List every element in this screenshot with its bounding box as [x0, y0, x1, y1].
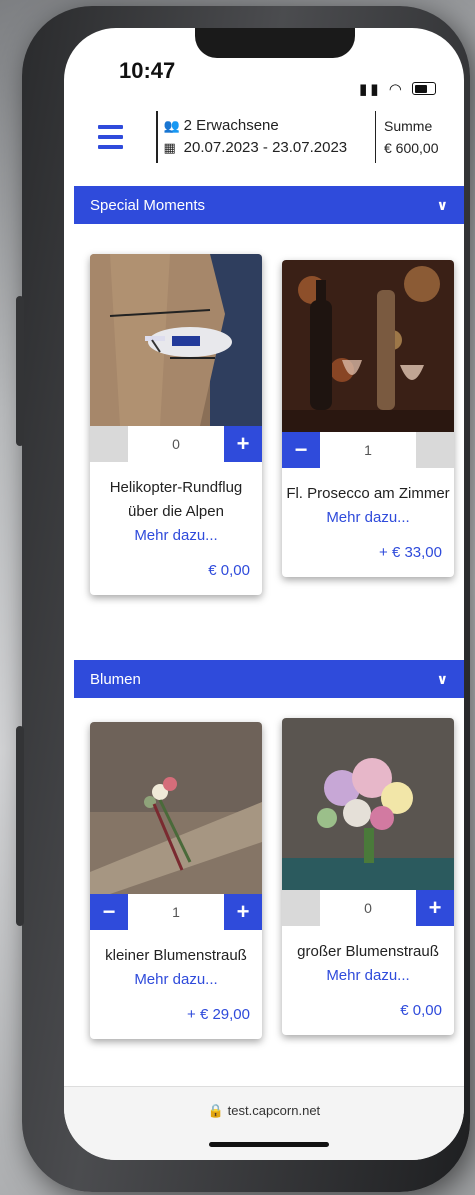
browser-url-bar[interactable]: 🔒 test.capcorn.net [64, 1086, 464, 1160]
minus-button[interactable]: − [90, 894, 128, 930]
guests-text: 2 Erwachsene [183, 117, 279, 134]
product-title: kleiner Blumenstrauß [105, 947, 247, 964]
home-indicator[interactable] [209, 1142, 329, 1147]
quantity-value[interactable]: 1 [128, 894, 224, 930]
people-icon: 👥 [163, 118, 180, 133]
booking-info[interactable]: 👥 2 Erwachsene ▦ 20.07.2023 - 23.07.2023 [158, 115, 375, 159]
minus-button: − [282, 890, 320, 926]
more-link[interactable]: Mehr dazu... [90, 968, 262, 992]
status-icons: ▮▮ ◠ [359, 80, 436, 98]
dates-text: 20.07.2023 - 23.07.2023 [183, 139, 348, 156]
battery-icon [412, 82, 436, 95]
small-bouquet-image [90, 722, 262, 894]
section-header-blumen[interactable]: Blumen ∨ [74, 660, 464, 698]
quantity-value[interactable]: 1 [320, 432, 416, 468]
product-card: − 0 + Helikopter-Rundflug über die Alpen… [90, 254, 262, 595]
quantity-stepper: − 0 + [90, 426, 262, 462]
section-title: Special Moments [90, 196, 206, 214]
lock-icon: 🔒 [207, 1103, 225, 1118]
section-title: Blumen [90, 670, 141, 688]
signal-icon: ▮▮ [359, 81, 382, 98]
plus-button[interactable]: + [416, 890, 454, 926]
sum-box: Summe € 600,00 [376, 115, 464, 159]
minus-button[interactable]: − [282, 432, 320, 468]
minus-button: − [90, 426, 128, 462]
quantity-value[interactable]: 0 [128, 426, 224, 462]
product-price: € 0,00 [208, 562, 250, 579]
sum-label: Summe [384, 118, 433, 134]
product-card: − 1 + kleiner Blumenstrauß Mehr dazu... … [90, 722, 262, 1039]
menu-icon[interactable] [64, 125, 156, 149]
large-bouquet-image [282, 718, 454, 890]
product-title: Helikopter-Rundflug über die Alpen [109, 479, 243, 520]
quantity-stepper: − 1 + [282, 432, 454, 468]
notch [195, 28, 355, 58]
product-title: großer Blumenstrauß [297, 943, 439, 960]
sum-value: € 600,00 [384, 140, 439, 156]
product-price: + € 29,00 [187, 1006, 250, 1023]
plus-button[interactable]: + [224, 426, 262, 462]
chevron-down-icon[interactable]: ∨ [437, 671, 448, 688]
product-price: € 0,00 [400, 1002, 442, 1019]
plus-button[interactable]: + [224, 894, 262, 930]
product-card: − 1 + Fl. Prosecco am Zimmer Mehr dazu..… [282, 260, 454, 577]
volume-button [16, 296, 24, 446]
more-link[interactable]: Mehr dazu... [282, 506, 454, 530]
phone-screen: 10:47 ▮▮ ◠ 👥 2 Erwachsene ▦ 20.07.2023 -… [64, 28, 464, 1160]
prosecco-image [282, 260, 454, 432]
product-title: Fl. Prosecco am Zimmer [286, 485, 450, 502]
product-price: + € 33,00 [379, 544, 442, 561]
status-time: 10:47 [119, 58, 176, 83]
helicopter-image [90, 254, 262, 426]
more-link[interactable]: Mehr dazu... [90, 524, 262, 548]
quantity-stepper: − 1 + [90, 894, 262, 930]
chevron-down-icon[interactable]: ∨ [437, 197, 448, 214]
calendar-icon: ▦ [163, 140, 176, 155]
section-header-special-moments[interactable]: Special Moments ∨ [74, 186, 464, 224]
url-text: test.capcorn.net [227, 1103, 321, 1118]
side-button [16, 726, 24, 926]
quantity-stepper: − 0 + [282, 890, 454, 926]
app-header: 👥 2 Erwachsene ▦ 20.07.2023 - 23.07.2023… [64, 106, 464, 168]
more-link[interactable]: Mehr dazu... [282, 964, 454, 988]
product-card: − 0 + großer Blumenstrauß Mehr dazu... €… [282, 718, 454, 1035]
plus-button: + [416, 432, 454, 468]
quantity-value[interactable]: 0 [320, 890, 416, 926]
wifi-icon: ◠ [388, 81, 405, 98]
